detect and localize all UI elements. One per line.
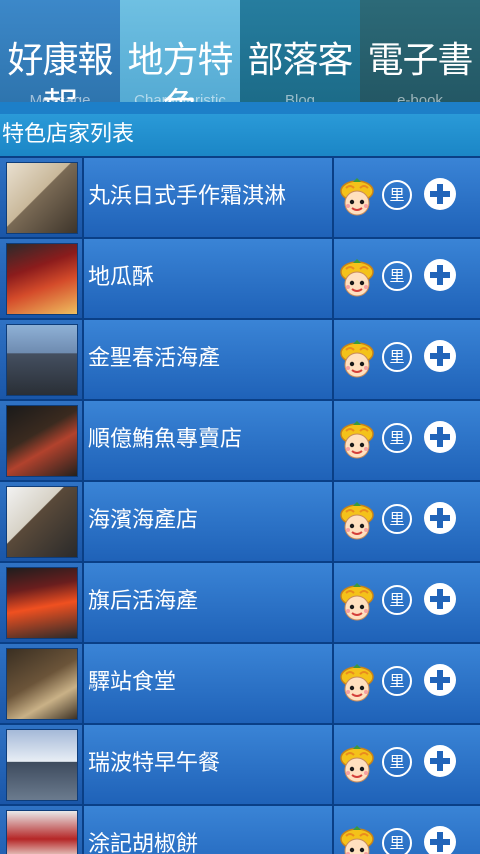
shop-thumbnail[interactable] — [6, 810, 78, 854]
shop-thumbnail[interactable] — [6, 567, 78, 639]
distance-icon[interactable]: 里 — [382, 504, 412, 534]
add-icon[interactable] — [424, 745, 456, 777]
shop-thumbnail[interactable] — [6, 324, 78, 396]
name-cell[interactable]: 丸浜日式手作霜淇淋 — [84, 158, 332, 237]
mascot-icon[interactable] — [338, 259, 376, 297]
shop-name: 驛站食堂 — [88, 670, 177, 695]
name-cell[interactable]: 金聖春活海產 — [84, 320, 332, 399]
distance-icon[interactable]: 里 — [382, 342, 412, 372]
shop-thumbnail[interactable] — [6, 648, 78, 720]
shop-name: 旗后活海產 — [88, 589, 199, 614]
shop-thumbnail[interactable] — [6, 243, 78, 315]
shop-name: 丸浜日式手作霜淇淋 — [88, 184, 287, 209]
icon-cell: 里 — [334, 644, 480, 723]
icon-cell: 里 — [334, 320, 480, 399]
thumbnail-cell — [0, 401, 82, 480]
add-icon[interactable] — [424, 664, 456, 696]
tab-blog[interactable]: 部落客 Blog — [240, 0, 360, 104]
shop-thumbnail[interactable] — [6, 405, 78, 477]
section-header: 特色店家列表 — [0, 114, 480, 156]
shop-row[interactable]: 海濱海產店 里 — [0, 482, 480, 563]
thumbnail-cell — [0, 320, 82, 399]
mascot-icon[interactable] — [338, 583, 376, 621]
shop-thumbnail[interactable] — [6, 162, 78, 234]
add-icon[interactable] — [424, 502, 456, 534]
tab-message[interactable]: 好康報報 Message — [0, 0, 120, 104]
shop-name: 順億鮪魚專賣店 — [88, 427, 243, 452]
mascot-icon[interactable] — [338, 664, 376, 702]
distance-icon[interactable]: 里 — [382, 261, 412, 291]
shop-row[interactable]: 瑞波特早午餐 里 — [0, 725, 480, 806]
name-cell[interactable]: 瑞波特早午餐 — [84, 725, 332, 804]
add-icon[interactable] — [424, 421, 456, 453]
distance-icon[interactable]: 里 — [382, 828, 412, 854]
thumbnail-cell — [0, 644, 82, 723]
name-cell[interactable]: 驛站食堂 — [84, 644, 332, 723]
distance-icon[interactable]: 里 — [382, 747, 412, 777]
mascot-icon[interactable] — [338, 745, 376, 783]
icon-cell: 里 — [334, 401, 480, 480]
distance-icon[interactable]: 里 — [382, 666, 412, 696]
shop-row[interactable]: 丸浜日式手作霜淇淋 里 — [0, 158, 480, 239]
shop-thumbnail[interactable] — [6, 729, 78, 801]
add-icon[interactable] — [424, 340, 456, 372]
distance-icon[interactable]: 里 — [382, 423, 412, 453]
add-icon[interactable] — [424, 826, 456, 854]
shop-list: 丸浜日式手作霜淇淋 里 地瓜酥 里 金聖春活海產 里 順億鮪魚專賣店 里 海濱海… — [0, 158, 480, 854]
tab-divider — [0, 102, 480, 114]
top-tab-bar: 好康報報 Message 地方特色 Characteristic 部落客 Blo… — [0, 0, 480, 104]
icon-cell: 里 — [334, 239, 480, 318]
thumbnail-cell — [0, 806, 82, 854]
tab-ebook[interactable]: 電子書 e-book — [360, 0, 480, 104]
thumbnail-cell — [0, 158, 82, 237]
add-icon[interactable] — [424, 178, 456, 210]
mascot-icon[interactable] — [338, 340, 376, 378]
shop-name: 瑞波特早午餐 — [88, 751, 221, 776]
shop-row[interactable]: 地瓜酥 里 — [0, 239, 480, 320]
add-icon[interactable] — [424, 583, 456, 615]
shop-row[interactable]: 順億鮪魚專賣店 里 — [0, 401, 480, 482]
distance-icon[interactable]: 里 — [382, 180, 412, 210]
mascot-icon[interactable] — [338, 421, 376, 459]
name-cell[interactable]: 海濱海產店 — [84, 482, 332, 561]
tab-title: 部落客 — [247, 40, 353, 81]
name-cell[interactable]: 旗后活海產 — [84, 563, 332, 642]
thumbnail-cell — [0, 725, 82, 804]
name-cell[interactable]: 順億鮪魚專賣店 — [84, 401, 332, 480]
name-cell[interactable]: 地瓜酥 — [84, 239, 332, 318]
icon-cell: 里 — [334, 725, 480, 804]
thumbnail-cell — [0, 482, 82, 561]
shop-row[interactable]: 旗后活海產 里 — [0, 563, 480, 644]
distance-icon[interactable]: 里 — [382, 585, 412, 615]
tab-title: 電子書 — [367, 40, 473, 81]
mascot-icon[interactable] — [338, 178, 376, 216]
icon-cell: 里 — [334, 806, 480, 854]
shop-row[interactable]: 涂記胡椒餅 里 — [0, 806, 480, 854]
thumbnail-cell — [0, 239, 82, 318]
mascot-icon[interactable] — [338, 826, 376, 854]
shop-row[interactable]: 金聖春活海產 里 — [0, 320, 480, 401]
shop-row[interactable]: 驛站食堂 里 — [0, 644, 480, 725]
shop-name: 金聖春活海產 — [88, 346, 221, 371]
shop-name: 海濱海產店 — [88, 508, 199, 533]
icon-cell: 里 — [334, 563, 480, 642]
shop-name: 涂記胡椒餅 — [88, 832, 199, 854]
section-title: 特色店家列表 — [2, 122, 135, 147]
name-cell[interactable]: 涂記胡椒餅 — [84, 806, 332, 854]
add-icon[interactable] — [424, 259, 456, 291]
tab-characteristic[interactable]: 地方特色 Characteristic — [120, 0, 240, 104]
thumbnail-cell — [0, 563, 82, 642]
icon-cell: 里 — [334, 482, 480, 561]
shop-thumbnail[interactable] — [6, 486, 78, 558]
mascot-icon[interactable] — [338, 502, 376, 540]
icon-cell: 里 — [334, 158, 480, 237]
shop-name: 地瓜酥 — [88, 265, 155, 290]
